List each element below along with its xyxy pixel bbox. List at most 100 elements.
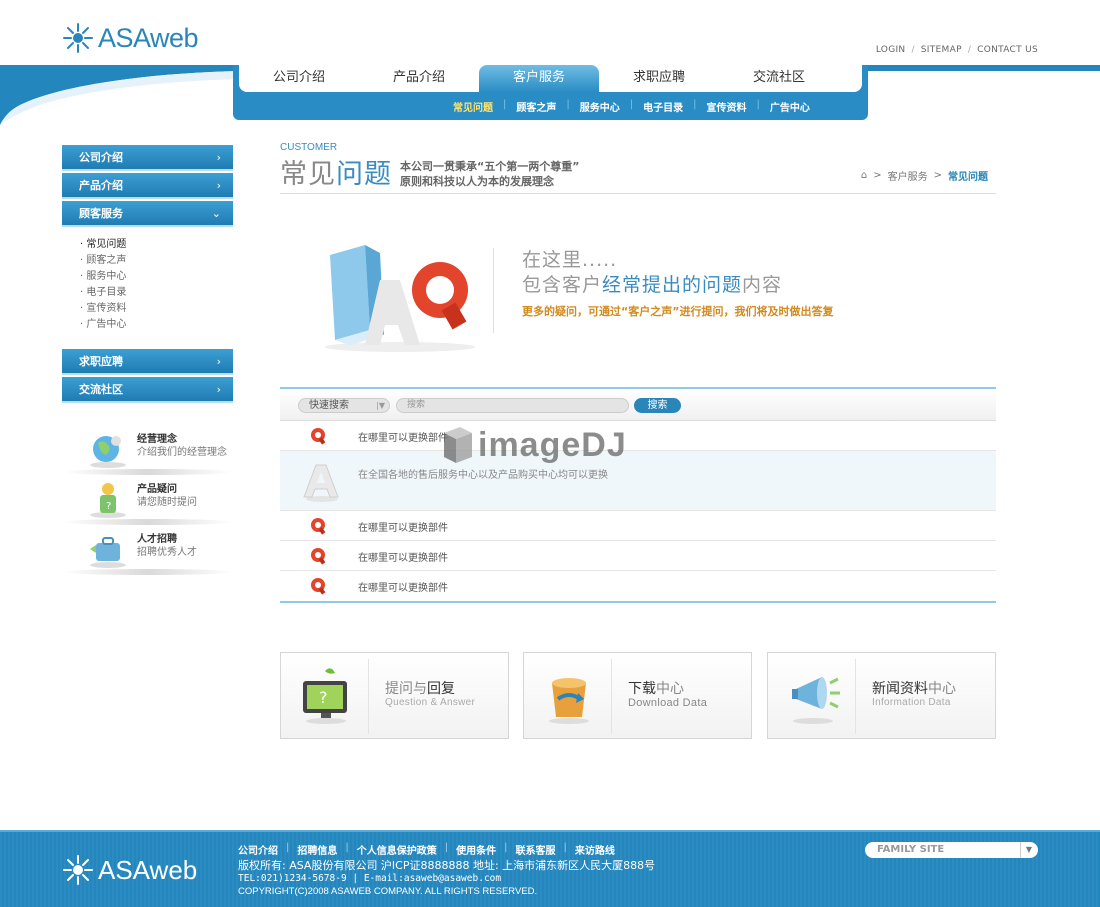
page-slogan: 本公司一贯秉承“五个第一两个尊重” 原则和科技以人为本的发展理念 <box>400 160 580 188</box>
promo-recruitment[interactable]: 人才招聘 招聘优秀人才 <box>62 525 233 575</box>
footer-link[interactable]: 招聘信息 <box>297 842 337 857</box>
sidebar-sub-service-center[interactable]: · 服务中心 <box>80 269 233 285</box>
home-icon[interactable]: ⌂ <box>861 170 867 181</box>
subnav-faq[interactable]: 常见问题 <box>443 99 503 114</box>
footer-logo-text: ASAweb <box>98 854 198 885</box>
footer-link[interactable]: 公司介绍 <box>238 842 278 857</box>
sidebar-sub-voice[interactable]: · 顾客之声 <box>80 253 233 269</box>
hero-line-1: 在这里..... <box>522 249 618 271</box>
quick-search-select[interactable]: 快速搜索 |▼ <box>298 398 390 413</box>
family-site-select[interactable]: FAMILY SITE ▼ <box>865 842 1038 858</box>
promo-desc: 请您随时提问 <box>137 497 197 508</box>
sidebar-sub-catalog[interactable]: · 电子目录 <box>80 285 233 301</box>
card-qa[interactable]: ? 提问与回复 Question & Answer <box>280 652 509 739</box>
card-title: 新闻资料中心 <box>872 681 956 697</box>
chevron-right-icon: › <box>216 383 221 396</box>
faq-question-row[interactable]: 在哪里可以更换部件 <box>280 511 996 541</box>
monitor-question-icon: ? <box>303 668 347 724</box>
footer: ASAweb 公司介绍 | 招聘信息 | 个人信息保护政策 | 使用条件 | 联系客服 |… <box>0 830 1100 907</box>
faq-question-row[interactable]: 在哪里可以更换部件 <box>280 541 996 571</box>
chevron-down-icon: ▼ <box>1019 842 1032 858</box>
promo-desc: 招聘优秀人才 <box>137 547 197 558</box>
sidebar-sub-promo[interactable]: · 宣传资料 <box>80 301 233 317</box>
main-nav: 公司介绍 产品介绍 客户服务 求职应聘 交流社区 常见问题 | 顾客之声 | 服务中… <box>233 65 868 120</box>
subnav-service-center[interactable]: 服务中心 <box>570 99 630 114</box>
sidebar-item-careers[interactable]: 求职应聘 › <box>62 349 233 375</box>
faq-question-text: 在哪里可以更换部件 <box>358 553 448 564</box>
breadcrumb: ⌂ > 客户服务 > 常见问题 <box>860 168 988 183</box>
sidebar-item-customer-service[interactable]: 顾客服务 ⌄ <box>62 201 233 227</box>
subnav-promo[interactable]: 宣传资料 <box>697 99 757 114</box>
sun-logo-icon <box>63 23 93 53</box>
subnav-ads[interactable]: 广告中心 <box>760 99 820 114</box>
footer-links: 公司介绍 | 招聘信息 | 个人信息保护政策 | 使用条件 | 联系客服 | 来访路线 <box>238 842 615 857</box>
sub-nav: 常见问题 | 顾客之声 | 服务中心 | 电子目录 | 宣传资料 | 广告中心 <box>443 99 820 114</box>
tab-careers[interactable]: 求职应聘 <box>599 65 719 92</box>
divider <box>280 193 996 194</box>
briefcase-icon <box>90 537 126 568</box>
faq-question-text: 在哪里可以更换部件 <box>358 583 448 594</box>
footer-link[interactable]: 联系客服 <box>516 842 556 857</box>
sidebar-item-company[interactable]: 公司介绍 › <box>62 145 233 171</box>
hero-description: 更多的疑问，可通过“客户之声”进行提问，我们将及时做出答复 <box>522 305 834 318</box>
footer-copyright: 版权所有: ASA股份有限公司 沪ICP证8888888 地址: 上海市浦东新区… <box>238 859 656 897</box>
tab-customer-service[interactable]: 客户服务 <box>479 65 599 92</box>
chevron-right-icon: › <box>216 151 221 164</box>
search-input[interactable]: 搜索 <box>396 398 629 413</box>
tab-company[interactable]: 公司介绍 <box>239 65 359 92</box>
logo-text: ASAweb <box>98 22 199 53</box>
question-q-icon <box>311 548 326 565</box>
faq-list: 在哪里可以更换部件 在全国各地的售后服务中心以及产品购买中心均可以更换 在哪里可… <box>280 421 996 603</box>
sidebar-item-community[interactable]: 交流社区 › <box>62 377 233 403</box>
breadcrumb-item[interactable]: 客户服务 <box>888 168 928 183</box>
promo-desc: 介绍我们的经营理念 <box>137 447 227 458</box>
site-logo[interactable]: ASAweb <box>62 22 199 54</box>
breadcrumb-current: 常见问题 <box>948 172 988 183</box>
header-swoosh <box>0 65 240 125</box>
question-q-icon <box>311 578 326 595</box>
faq-question-row[interactable]: 在哪里可以更换部件 <box>280 421 996 451</box>
subnav-voice[interactable]: 顾客之声 <box>506 99 566 114</box>
faq-answer-row: 在全国各地的售后服务中心以及产品购买中心均可以更换 <box>280 451 996 511</box>
faq-3d-letters-image <box>325 245 475 352</box>
top-links: LOGIN / SITEMAP / CONTACT US <box>875 45 1038 55</box>
card-download[interactable]: 下载中心 Download Data <box>523 652 752 739</box>
chevron-right-icon: › <box>216 179 221 192</box>
watermark-cube-icon <box>444 427 472 463</box>
faq-question-row[interactable]: 在哪里可以更换部件 <box>280 571 996 601</box>
service-cards: ? 提问与回复 Question & Answer 下载中心 Download … <box>280 652 996 739</box>
promo-product-questions[interactable]: ? 产品疑问 请您随时提问 <box>62 475 233 525</box>
chevron-down-icon: ⌄ <box>211 207 221 220</box>
page-title: 常见问题 <box>280 159 392 190</box>
card-news[interactable]: 新闻资料中心 Information Data <box>767 652 996 739</box>
globe-icon <box>90 436 126 468</box>
footer-logo[interactable]: ASAweb <box>62 854 197 886</box>
card-subtitle: Question & Answer <box>385 697 476 708</box>
promo-philosophy[interactable]: 经营理念 介绍我们的经营理念 <box>62 425 233 475</box>
sitemap-link[interactable]: SITEMAP <box>921 45 962 55</box>
card-subtitle: Download Data <box>628 697 708 709</box>
download-bin-icon <box>549 678 589 724</box>
card-title: 下载中心 <box>628 681 684 697</box>
svg-text:?: ? <box>319 688 328 707</box>
sidebar-sub-faq[interactable]: · 常见问题 <box>80 237 233 253</box>
tab-community[interactable]: 交流社区 <box>719 65 839 92</box>
faq-question-text: 在哪里可以更换部件 <box>358 433 448 444</box>
contact-link[interactable]: CONTACT US <box>977 45 1038 55</box>
answer-a-icon <box>303 464 339 502</box>
chevron-down-icon: |▼ <box>376 401 385 410</box>
sidebar-submenu: · 常见问题 · 顾客之声 · 服务中心 · 电子目录 · 宣传资料 · 广告中… <box>62 229 233 349</box>
login-link[interactable]: LOGIN <box>876 45 906 55</box>
subnav-catalog[interactable]: 电子目录 <box>633 99 693 114</box>
search-button[interactable]: 搜索 <box>634 398 681 413</box>
hero-line-2: 包含客户经常提出的问题内容 <box>522 274 783 296</box>
sidebar-sub-ads[interactable]: · 广告中心 <box>80 317 233 333</box>
megaphone-icon <box>792 677 840 724</box>
tab-products[interactable]: 产品介绍 <box>359 65 479 92</box>
footer-link[interactable]: 使用条件 <box>456 842 496 857</box>
watermark: imageDJ <box>440 425 627 465</box>
footer-link[interactable]: 个人信息保护政策 <box>357 842 437 857</box>
sidebar-item-products[interactable]: 产品介绍 › <box>62 173 233 199</box>
footer-link[interactable]: 来访路线 <box>575 842 615 857</box>
primary-nav: 公司介绍 产品介绍 客户服务 求职应聘 交流社区 <box>239 65 862 92</box>
